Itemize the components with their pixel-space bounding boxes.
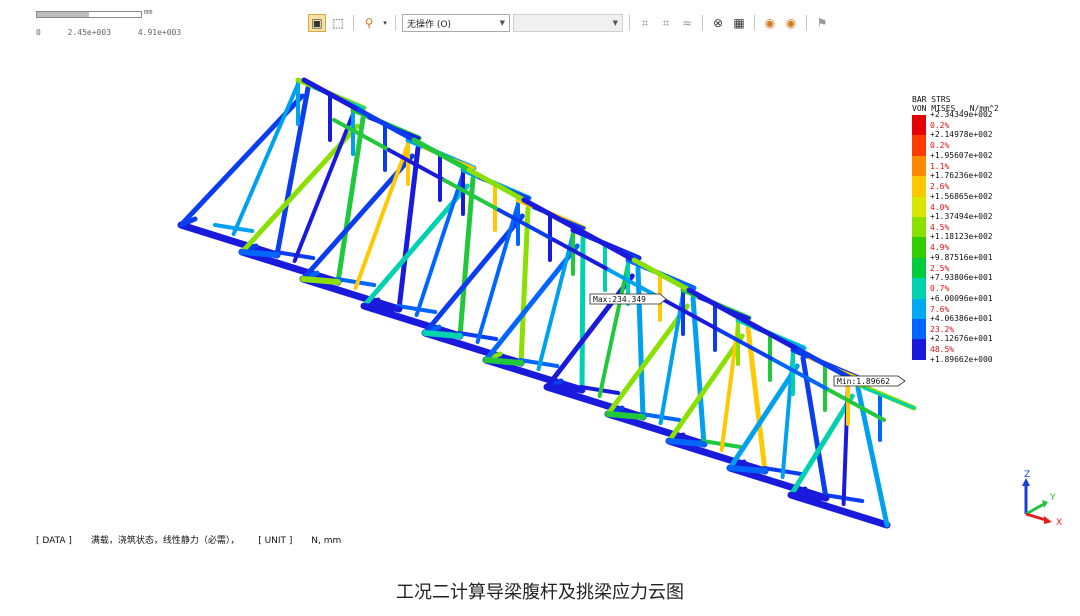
legend-value: +1.37494e+002 xyxy=(930,211,993,221)
legend-swatch xyxy=(912,339,926,360)
longitudinal-chord xyxy=(483,357,524,366)
legend-percent: 48.5% xyxy=(930,345,955,355)
longitudinal-chord xyxy=(788,492,829,501)
web-member xyxy=(658,292,685,425)
web-member xyxy=(536,232,575,371)
bottom-chord xyxy=(787,491,891,529)
legend-swatch xyxy=(912,278,926,299)
web-member xyxy=(475,202,520,344)
legend-percent: 7.6% xyxy=(930,304,950,314)
web-member xyxy=(719,322,740,452)
min-label-text: Min:1.89662 xyxy=(837,377,890,386)
axis-x-label: X xyxy=(1056,518,1062,528)
legend-percent: 2.5% xyxy=(930,263,950,273)
legend-swatch xyxy=(912,135,926,156)
bottom-chord xyxy=(604,410,708,448)
stress-legend: BAR STRS VON MISES , N/mm^2 +2.34349e+00… xyxy=(912,95,1032,364)
legend-percent: 4.5% xyxy=(930,222,950,232)
legend-value: +6.00096e+001 xyxy=(930,293,993,303)
figure-caption: 工况二计算导梁腹杆及挑梁应力云图 xyxy=(396,582,684,603)
legend-swatch xyxy=(912,176,926,197)
bottom-chord xyxy=(726,464,830,502)
web-member xyxy=(579,235,586,393)
legend-swatch xyxy=(912,237,926,258)
legend-value: +1.89662e+000 xyxy=(930,354,993,364)
legend-value: +1.95607e+002 xyxy=(930,150,993,160)
web-member xyxy=(605,303,690,417)
legend-percent: 0.7% xyxy=(930,284,950,294)
legend-swatch xyxy=(912,115,926,136)
legend-swatch xyxy=(912,155,926,177)
axis-z-label: Z xyxy=(1024,470,1030,480)
web-member xyxy=(274,85,311,258)
unit-value: N, mm xyxy=(311,536,342,546)
legend-value: +1.76236e+002 xyxy=(930,171,993,181)
min-label: Min:1.89662 xyxy=(833,375,906,387)
legend-percent: 23.2% xyxy=(930,324,955,334)
data-tag: [ DATA ] xyxy=(36,536,72,546)
legend-value: +2.12676e+001 xyxy=(930,334,993,344)
web-member xyxy=(518,205,531,366)
legend-value: +2.34349e+002 xyxy=(930,110,993,119)
legend-value: +1.18123e+002 xyxy=(930,232,993,242)
bottom-chord xyxy=(665,437,769,475)
legend-swatch xyxy=(912,257,926,279)
axis-y-label: Y xyxy=(1049,493,1056,503)
longitudinal-chord xyxy=(727,465,768,474)
legend-value: +7.93806e+001 xyxy=(930,273,993,283)
longitudinal-chord xyxy=(300,276,341,285)
legend-percent: 0.2% xyxy=(930,141,950,151)
legend-percent: 4.0% xyxy=(930,202,950,212)
legend-value: +1.56865e+002 xyxy=(930,191,993,201)
legend-percent: 4.9% xyxy=(930,243,950,253)
longitudinal-chord xyxy=(605,411,646,420)
legend-value: +9.87516e+001 xyxy=(930,252,993,262)
longitudinal-chord xyxy=(422,330,463,339)
legend-title: BAR STRS xyxy=(912,95,951,104)
legend-percent: 1.1% xyxy=(930,161,950,171)
bracing xyxy=(862,386,916,410)
legend-scale: +2.34349e+002 0.2% +2.14978e+002 0.2% +1.956… xyxy=(912,110,1032,364)
longitudinal-chord xyxy=(544,384,585,393)
legend-percent: 0.2% xyxy=(930,121,950,130)
legend-swatch xyxy=(912,196,926,217)
longitudinal-chord xyxy=(361,303,402,312)
axis-triad: Z Y X xyxy=(1022,470,1062,528)
truss-model xyxy=(177,77,917,529)
legend-swatch xyxy=(912,298,926,319)
legend-swatch xyxy=(912,318,926,340)
bottom-chord xyxy=(482,356,586,394)
max-label: Max:234.349 xyxy=(589,293,667,305)
legend-percent: 2.6% xyxy=(930,182,950,192)
status-line: [ DATA ] 满载，浇筑状态，线性静力（必需）， [ UNIT ] N, m… xyxy=(36,533,357,546)
bottom-chord xyxy=(543,383,647,421)
legend-swatch xyxy=(912,216,926,238)
max-label-text: Max:234.349 xyxy=(593,295,646,304)
longitudinal-chord xyxy=(239,249,280,258)
legend-value: +4.06386e+001 xyxy=(930,313,993,323)
unit-tag: [ UNIT ] xyxy=(258,536,293,546)
legend-value: +2.14978e+002 xyxy=(930,130,993,140)
longitudinal-chord xyxy=(666,438,707,447)
data-value: 满载，浇筑状态，线性静力（必需）， xyxy=(90,536,240,546)
